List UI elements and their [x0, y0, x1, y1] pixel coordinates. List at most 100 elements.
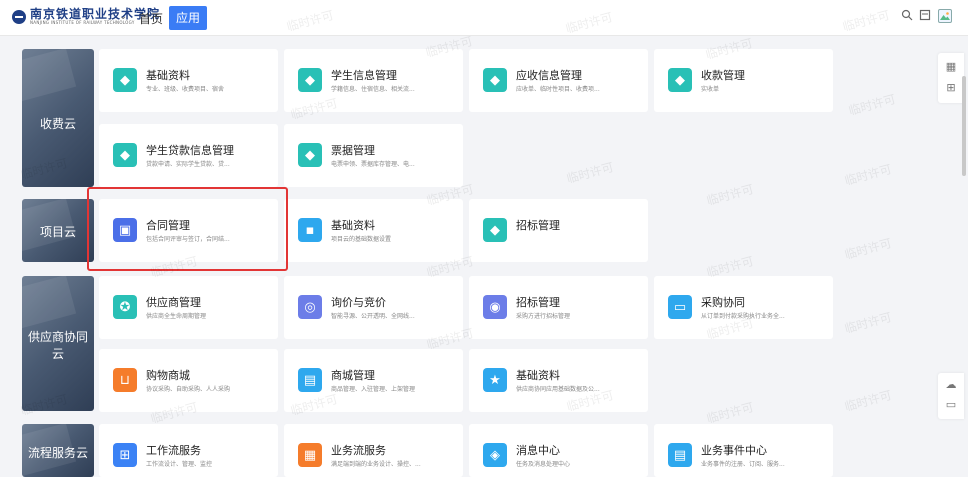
card-desc: 业务事件的注册、订阅、服务...	[701, 461, 785, 468]
app-card-supplier-bidding[interactable]: ◉ 招标管理 采购方进行招标管理	[469, 276, 648, 339]
box-icon: ◆	[483, 218, 507, 242]
cloud-icon[interactable]: ☁	[944, 378, 958, 392]
grid-icon[interactable]: ▦	[944, 60, 958, 74]
card-desc: 贷款申请、实际学生贷款、贷...	[146, 161, 230, 168]
card-desc: 采购方进行招标管理	[516, 313, 571, 320]
nav-app[interactable]: 应用	[169, 6, 207, 30]
school-logo[interactable]: 南京铁道职业技术学院 NANJING INSTITUTE OF RAILWAY …	[12, 8, 160, 25]
card-desc: 实收单	[701, 86, 720, 93]
app-card-receivable-info[interactable]: ◆ 应收信息管理 应收单、临时性项目、收费项...	[469, 49, 648, 112]
diamond-icon: ◈	[483, 443, 507, 467]
card-title: 供应商管理	[146, 296, 201, 309]
watermark: 临时许可	[705, 400, 756, 426]
scrollbar[interactable]	[962, 76, 966, 176]
box-icon: ◆	[113, 68, 137, 92]
cart-icon: ⊔	[113, 368, 137, 392]
app-card-business-event[interactable]: ▤ 业务事件中心 业务事件的注册、订阅、服务...	[654, 424, 833, 477]
monitor-icon: ▭	[668, 295, 692, 319]
card-title: 业务流服务	[331, 444, 386, 457]
app-card-workflow-service[interactable]: ⊞ 工作流服务 工作流设计、管理、监控	[99, 424, 278, 477]
chat-icon[interactable]: ▭	[944, 398, 958, 412]
watermark: 临时许可	[847, 92, 898, 118]
card-title: 工作流服务	[146, 444, 201, 457]
card-title: 学生贷款信息管理	[146, 144, 234, 157]
card-desc: 应收单、临时性项目、收费项...	[516, 86, 600, 93]
app-card-business-flow[interactable]: ▦ 业务流服务 满足端到端的业务设计、操控、...	[284, 424, 463, 477]
box-icon: ◆	[298, 68, 322, 92]
card-title: 基础资料	[331, 219, 375, 232]
doc-icon: ▦	[298, 443, 322, 467]
card-title: 采购协同	[701, 296, 745, 309]
card-title: 基础资料	[516, 369, 560, 382]
store-icon: ▤	[298, 368, 322, 392]
watermark: 临时许可	[843, 388, 894, 414]
card-desc: 供应商全生命周期管理	[146, 313, 207, 320]
flow-icon: ⊞	[113, 443, 137, 467]
card-desc: 工作流设计、管理、监控	[146, 461, 213, 468]
card-desc: 专业、班级、收费项目、宿舍	[146, 86, 225, 93]
card-desc: 任务及消息处理中心	[516, 461, 571, 468]
category-workflow-cloud: 流程服务云	[22, 424, 94, 477]
card-title: 基础资料	[146, 69, 190, 82]
watermark: 临时许可	[705, 182, 756, 208]
card-title: 消息中心	[516, 444, 560, 457]
card-desc: 协议采购、自助采购、人人采购	[146, 386, 231, 393]
box-icon: ◆	[113, 143, 137, 167]
card-desc: 包括合同评审与签订，合同结...	[146, 236, 230, 243]
watermark: 临时许可	[843, 236, 894, 262]
target-icon: ◉	[483, 295, 507, 319]
app-card-inquiry-bidding[interactable]: ◎ 询价与竞价 智能寻源、公开透明、全网线...	[284, 276, 463, 339]
watermark: 临时许可	[843, 310, 894, 336]
app-card-shopping-mall[interactable]: ⊔ 购物商城 协议采购、自助采购、人人采购	[99, 349, 278, 412]
card-title: 合同管理	[146, 219, 190, 232]
search-icon[interactable]	[900, 9, 914, 23]
category-fee-cloud: 收费云	[22, 49, 94, 187]
category-label: 收费云	[39, 117, 76, 131]
card-desc: 电票申领、票据库存管理、电...	[331, 161, 415, 168]
category-label: 流程服务云	[27, 446, 88, 460]
box-icon: ◆	[668, 68, 692, 92]
app-card-invoice[interactable]: ◆ 票据管理 电票申领、票据库存管理、电...	[284, 124, 463, 187]
card-title: 询价与竞价	[331, 296, 386, 309]
bookmark-icon[interactable]	[918, 9, 932, 23]
app-card-purchase-collab[interactable]: ▭ 采购协同 从订单到付款采购执行业务全...	[654, 276, 833, 339]
app-card-supplier-basic-data[interactable]: ★ 基础资料 供应商协同应用基础数据及公...	[469, 349, 648, 412]
app-card-bidding[interactable]: ◆ 招标管理	[469, 199, 648, 262]
app-card-project-basic-data[interactable]: ▪ 基础资料 项目云的基础数据设置	[284, 199, 463, 262]
magnifier-icon: ◎	[298, 295, 322, 319]
app-card-student-loan[interactable]: ◆ 学生贷款信息管理 贷款申请、实际学生贷款、贷...	[99, 124, 278, 187]
box-icon: ◆	[298, 143, 322, 167]
doc-icon: ▤	[668, 443, 692, 467]
card-desc: 学籍信息、住宿信息、相关流...	[331, 86, 415, 93]
app-card-student-info[interactable]: ◆ 学生信息管理 学籍信息、住宿信息、相关流...	[284, 49, 463, 112]
card-title: 招标管理	[516, 219, 560, 232]
app-card-supplier-mgmt[interactable]: ✪ 供应商管理 供应商全生命周期管理	[99, 276, 278, 339]
category-project-cloud: 项目云	[22, 199, 94, 262]
right-toolbar-bottom: ☁ ▭	[938, 373, 964, 419]
nav-home[interactable]: 首页	[139, 10, 163, 27]
card-title: 招标管理	[516, 296, 560, 309]
category-label: 供应商协同云	[27, 330, 88, 361]
box-icon: ◆	[483, 68, 507, 92]
app-card-basic-data[interactable]: ◆ 基础资料 专业、班级、收费项目、宿舍	[99, 49, 278, 112]
right-toolbar-top: ▦ ⊞	[938, 53, 964, 103]
card-desc: 商品管理、入驻管理、上架管理	[331, 386, 416, 393]
watermark: 临时许可	[843, 162, 894, 188]
app-card-contract[interactable]: ▣ 合同管理 包括合同评审与签订，合同结...	[99, 199, 278, 262]
card-title: 学生信息管理	[331, 69, 397, 82]
card-title: 商城管理	[331, 369, 375, 382]
chevron-down-icon[interactable]: ⌄	[119, 11, 127, 22]
app-card-message-center[interactable]: ◈ 消息中心 任务及消息处理中心	[469, 424, 648, 477]
logo-mark-icon	[12, 9, 26, 24]
badge-icon: ✪	[113, 295, 137, 319]
briefcase-icon: ▣	[113, 218, 137, 242]
folder-icon: ▪	[298, 218, 322, 242]
card-title: 票据管理	[331, 144, 375, 157]
app-card-payment[interactable]: ◆ 收款管理 实收单	[654, 49, 833, 112]
layout-icon[interactable]: ⊞	[944, 81, 958, 95]
card-desc: 满足端到端的业务设计、操控、...	[331, 461, 421, 468]
app-card-mall-mgmt[interactable]: ▤ 商城管理 商品管理、入驻管理、上架管理	[284, 349, 463, 412]
avatar-image-icon[interactable]	[938, 9, 952, 23]
category-label: 项目云	[39, 225, 76, 239]
card-title: 收款管理	[701, 69, 745, 82]
